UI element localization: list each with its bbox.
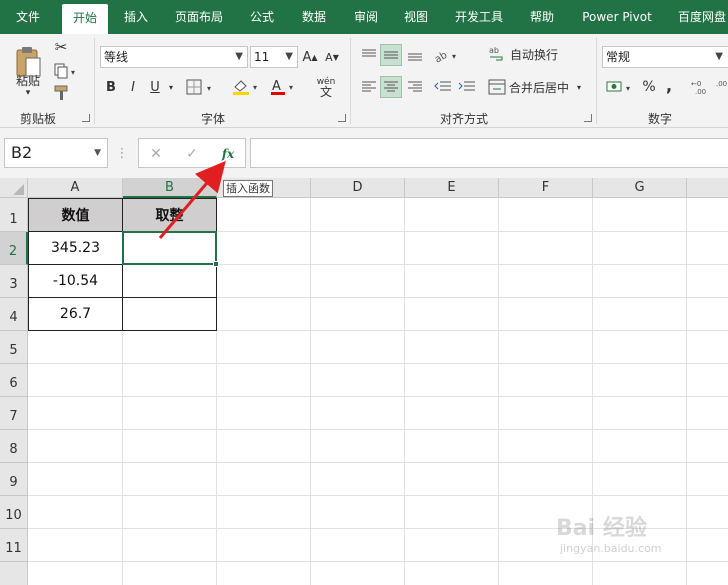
annotation-arrow-icon [158,160,226,239]
